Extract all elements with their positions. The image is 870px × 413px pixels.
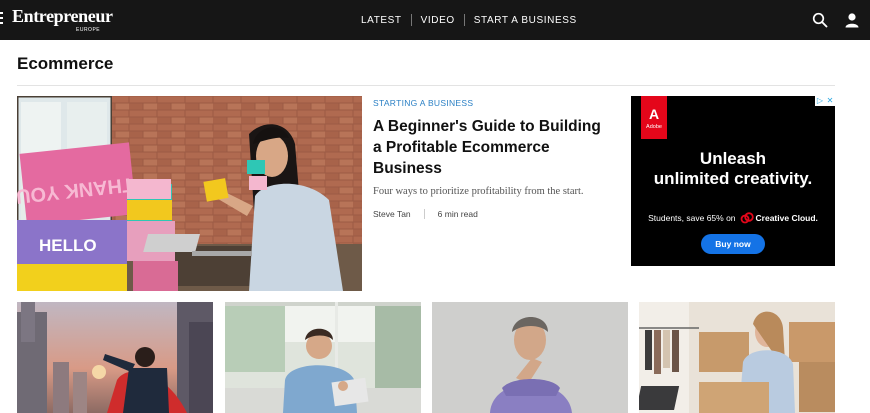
article-meta: Steve Tan 6 min read	[373, 209, 613, 219]
article-read-time: 6 min read	[437, 209, 478, 219]
ad-choices[interactable]: ▷ ✕	[815, 96, 835, 106]
article-card-image-superhero[interactable]	[17, 302, 213, 413]
nav-link-start-a-business[interactable]: START A BUSINESS	[465, 15, 586, 26]
ad-subtext: Students, save 65% on Creative Cloud.	[648, 212, 818, 224]
user-icon[interactable]	[844, 12, 860, 28]
ad-buy-now-button[interactable]: Buy now	[701, 234, 765, 254]
adobe-advertisement[interactable]: ▷ ✕ A Adobe Unleash unlimited creativity…	[631, 96, 835, 266]
article-card-image-packing-boxes[interactable]	[639, 302, 835, 413]
creative-cloud-icon	[740, 212, 754, 224]
hero-article: STARTING A BUSINESS A Beginner's Guide t…	[373, 96, 613, 219]
article-card-image-thinking-man[interactable]	[432, 302, 628, 413]
logo-wordmark: Entrepreneur	[12, 6, 113, 26]
menu-icon[interactable]	[0, 12, 3, 26]
article-dek: Four ways to prioritize profitability fr…	[373, 186, 584, 197]
article-category[interactable]: STARTING A BUSINESS	[373, 98, 613, 108]
ad-close-icon[interactable]: ✕	[825, 96, 835, 106]
article-card-image-businessman[interactable]	[225, 302, 421, 413]
top-navigation: Entrepreneur EUROPE LATEST VIDEO START A…	[0, 0, 870, 40]
ad-choices-icon[interactable]: ▷	[815, 96, 825, 106]
site-logo[interactable]: Entrepreneur EUROPE	[12, 6, 113, 33]
article-author[interactable]: Steve Tan	[373, 209, 411, 219]
ad-headline: Unleash unlimited creativity.	[653, 149, 813, 188]
logo-edition: EUROPE	[76, 27, 101, 33]
title-divider	[17, 85, 835, 86]
search-icon[interactable]	[812, 12, 828, 28]
svg-text:HELLO: HELLO	[39, 236, 97, 255]
nav-links: LATEST VIDEO START A BUSINESS	[352, 0, 586, 40]
article-headline[interactable]: A Beginner's Guide to Building a Profita…	[373, 116, 613, 179]
adobe-logo: A Adobe	[641, 96, 667, 139]
page-title: Ecommerce	[17, 54, 114, 73]
hello-box: HELLO	[17, 220, 127, 264]
meta-divider	[423, 209, 425, 219]
nav-link-latest[interactable]: LATEST	[352, 15, 411, 26]
hero-article-image[interactable]: THANK YOU HELLO	[17, 96, 362, 291]
thank-you-box: THANK YOU	[17, 142, 137, 226]
nav-link-video[interactable]: VIDEO	[412, 15, 464, 26]
